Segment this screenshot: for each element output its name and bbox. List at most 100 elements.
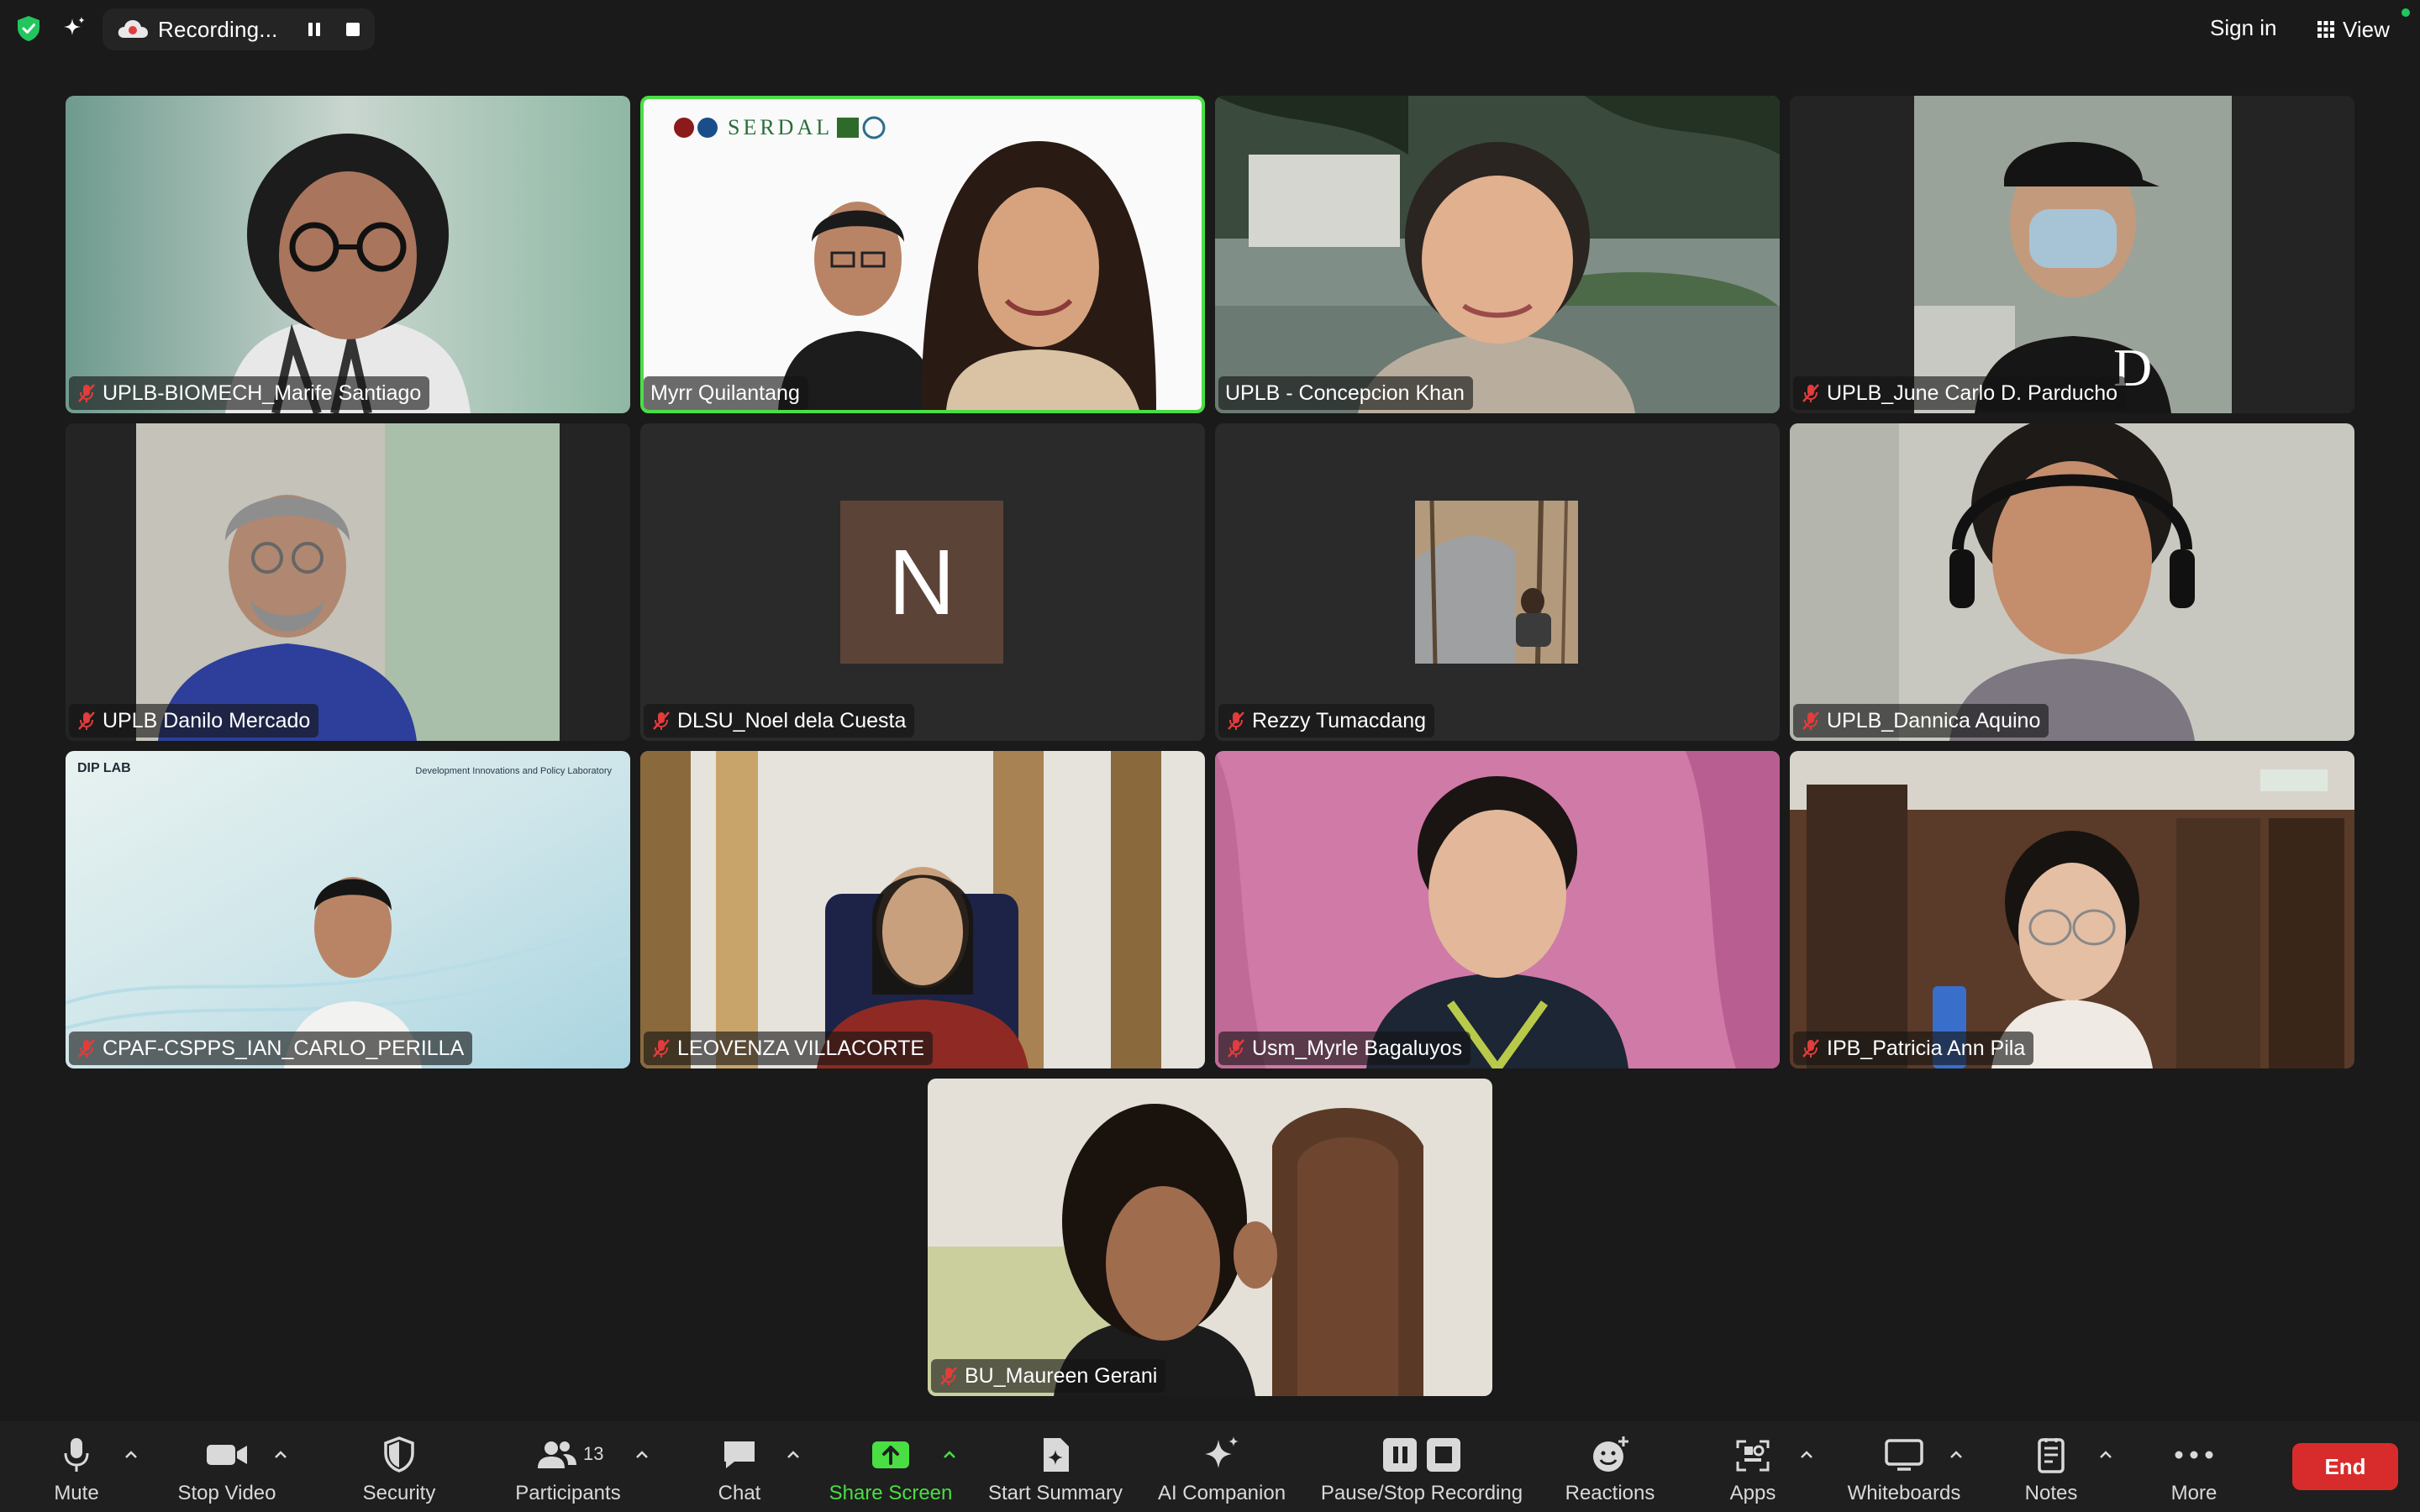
start-summary-button[interactable]: Start Summary (980, 1421, 1131, 1512)
top-bar: Recording... Sign in View (0, 0, 2420, 59)
caret-up-icon[interactable] (2097, 1446, 2114, 1463)
security-label: Security (362, 1482, 436, 1504)
participant-name: LEOVENZA VILLACORTE (677, 1036, 925, 1060)
participant-nameplate: UPLB-BIOMECH_Marife Santiago (69, 376, 430, 410)
video-feed (66, 423, 630, 741)
whiteboard-icon (1882, 1433, 1926, 1477)
video-feed (1790, 751, 2354, 1068)
view-button[interactable]: View (2316, 13, 2390, 45)
recording-indicator[interactable]: Recording... (103, 8, 375, 50)
participants-icon: 13 (534, 1433, 603, 1477)
avatar (1415, 501, 1578, 664)
video-tile[interactable]: UPLB - Concepcion Khan (1215, 96, 1780, 413)
whiteboards-button[interactable]: Whiteboards (1837, 1421, 1971, 1512)
participant-name: CPAF-CSPPS_IAN_CARLO_PERILLA (103, 1036, 465, 1060)
mic-off-icon (1802, 1039, 1819, 1058)
stop-video-button[interactable]: Stop Video (168, 1421, 286, 1512)
shield-icon (377, 1433, 421, 1477)
pause-icon[interactable] (304, 19, 324, 39)
share-screen-button[interactable]: Share Screen (823, 1421, 958, 1512)
security-button[interactable]: Security (353, 1421, 445, 1512)
whiteboards-label: Whiteboards (1847, 1482, 1961, 1504)
participant-name: Usm_Myrle Bagaluyos (1252, 1036, 1463, 1060)
mic-off-icon (1228, 711, 1244, 730)
participant-nameplate: DLSU_Noel dela Cuesta (644, 704, 915, 738)
pause-stop-recording-label: Pause/Stop Recording (1320, 1482, 1523, 1504)
sign-in-link[interactable]: Sign in (2210, 15, 2277, 44)
share-screen-icon (869, 1433, 913, 1477)
participant-name: BU_Maureen Gerani (965, 1363, 1158, 1388)
mic-off-icon (1228, 1039, 1244, 1058)
video-tile-camera-off[interactable]: N DLSU_Noel dela Cuesta (640, 423, 1205, 741)
mic-off-icon (78, 1039, 95, 1058)
video-tile-camera-off[interactable]: Rezzy Tumacdang (1215, 423, 1780, 741)
video-tile[interactable]: IPB_Patricia Ann Pila (1790, 751, 2354, 1068)
status-dot (2402, 8, 2410, 17)
summary-icon (1034, 1433, 1077, 1477)
caret-up-icon[interactable] (123, 1446, 139, 1463)
video-feed (928, 1079, 1492, 1396)
ai-companion-button[interactable]: AI Companion (1148, 1421, 1296, 1512)
video-camera-icon (205, 1433, 249, 1477)
apps-label: Apps (1729, 1482, 1776, 1504)
participant-nameplate: IPB_Patricia Ann Pila (1793, 1032, 2034, 1065)
share-screen-label: Share Screen (829, 1482, 953, 1504)
participant-name: UPLB_June Carlo D. Parducho (1827, 381, 2118, 405)
end-meeting-button[interactable]: End (2292, 1443, 2398, 1490)
caret-up-icon[interactable] (634, 1446, 650, 1463)
video-tile[interactable]: DIP LAB Development Innovations and Poli… (66, 751, 630, 1068)
avatar: N (840, 501, 1003, 664)
video-feed (640, 751, 1205, 1068)
participant-nameplate: Usm_Myrle Bagaluyos (1218, 1032, 1471, 1065)
caret-up-icon[interactable] (1948, 1446, 1965, 1463)
stop-icon[interactable] (343, 19, 363, 39)
participant-nameplate: CPAF-CSPPS_IAN_CARLO_PERILLA (69, 1032, 473, 1065)
video-tile[interactable]: UPLB_Dannica Aquino (1790, 423, 2354, 741)
chat-button[interactable]: Chat (706, 1421, 773, 1512)
more-button[interactable]: More (2160, 1421, 2228, 1512)
mic-off-icon (1802, 384, 1819, 402)
more-label: More (2170, 1482, 2217, 1504)
caret-up-icon[interactable] (785, 1446, 802, 1463)
serdal-logo: SERDAL (728, 115, 833, 139)
participant-name: UPLB Danilo Mercado (103, 708, 311, 732)
ai-sparkle-icon (1200, 1433, 1244, 1477)
start-summary-label: Start Summary (987, 1482, 1123, 1504)
pause-stop-recording-button[interactable]: Pause/Stop Recording (1313, 1421, 1531, 1512)
video-feed: SERDAL (644, 99, 1202, 410)
video-tile[interactable]: D UPLB_June Carlo D. Parducho (1790, 96, 2354, 413)
video-tile[interactable]: UPLB Danilo Mercado (66, 423, 630, 741)
notes-label: Notes (2024, 1482, 2078, 1504)
shield-check-icon[interactable] (13, 13, 44, 44)
video-tile[interactable]: UPLB-BIOMECH_Marife Santiago (66, 96, 630, 413)
participants-button[interactable]: 13 Participants (501, 1421, 635, 1512)
recording-label: Recording... (158, 16, 278, 42)
sparkle-icon[interactable] (59, 13, 89, 44)
participant-nameplate: Rezzy Tumacdang (1218, 704, 1435, 738)
background-slide-title: Development Innovations and Policy Labor… (415, 766, 612, 776)
mic-off-icon (653, 1039, 670, 1058)
participant-nameplate: UPLB Danilo Mercado (69, 704, 319, 738)
video-tile[interactable]: LEOVENZA VILLACORTE (640, 751, 1205, 1068)
video-feed (66, 96, 630, 413)
caret-up-icon[interactable] (941, 1446, 958, 1463)
mic-off-icon (78, 711, 95, 730)
mute-button[interactable]: Mute (39, 1421, 114, 1512)
stop-video-label: Stop Video (177, 1482, 276, 1504)
mic-off-icon (940, 1367, 957, 1385)
caret-up-icon[interactable] (272, 1446, 289, 1463)
apps-button[interactable]: Apps (1719, 1421, 1786, 1512)
caret-up-icon[interactable] (1798, 1446, 1815, 1463)
participant-nameplate: LEOVENZA VILLACORTE (644, 1032, 934, 1065)
video-feed: D (1790, 96, 2354, 413)
reactions-button[interactable]: Reactions (1560, 1421, 1660, 1512)
video-tile-active-speaker[interactable]: SERDAL Myrr Quilantang (640, 96, 1205, 413)
zoom-meeting-window: Recording... Sign in View UPLB-BIOMECH_M… (0, 0, 2420, 1512)
video-tile[interactable]: BU_Maureen Gerani (928, 1079, 1492, 1396)
video-tile[interactable]: Usm_Myrle Bagaluyos (1215, 751, 1780, 1068)
notes-button[interactable]: Notes (2017, 1421, 2086, 1512)
grid-view-icon (2317, 21, 2334, 38)
notes-icon (2029, 1433, 2073, 1477)
ai-companion-label: AI Companion (1157, 1482, 1286, 1504)
meeting-toolbar: Mute Stop Video Security 13 Participants (0, 1421, 2420, 1512)
